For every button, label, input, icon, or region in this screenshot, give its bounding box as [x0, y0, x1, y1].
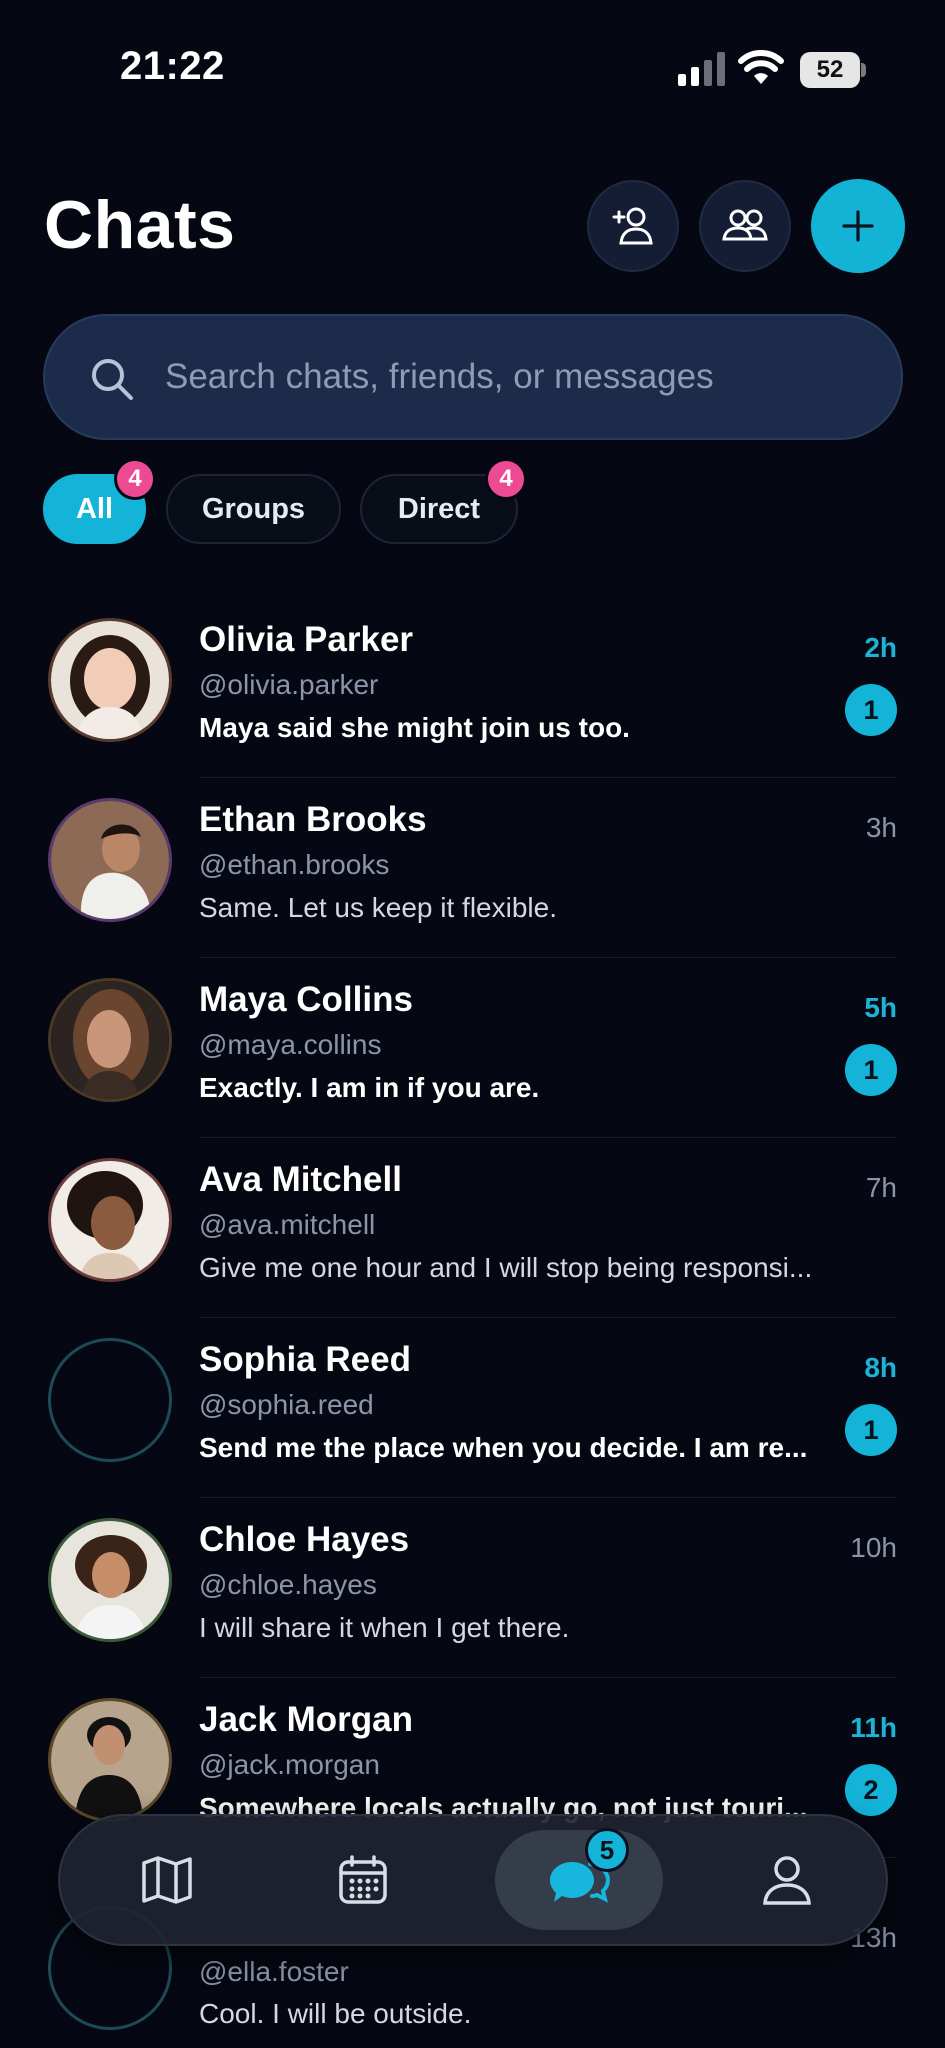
avatar: [48, 798, 172, 922]
chat-name: Ethan Brooks: [199, 800, 427, 839]
chat-name: Ava Mitchell: [199, 1160, 402, 1199]
chat-time: 5h: [864, 992, 897, 1023]
search-bar[interactable]: [43, 314, 903, 440]
filter-direct[interactable]: Direct 4: [360, 458, 527, 544]
calendar-icon: [339, 1855, 387, 1904]
avatar: [48, 1698, 172, 1822]
map-icon: [142, 1856, 192, 1904]
chat-preview: Give me one hour and I will stop being r…: [199, 1252, 813, 1283]
chat-handle: @sophia.reed: [199, 1389, 374, 1420]
chat-row[interactable]: Sophia Reed @sophia.reed Send me the pla…: [0, 1318, 945, 1498]
chat-time: 7h: [865, 1172, 897, 1203]
status-bar: 21:22 52: [0, 0, 945, 120]
chat-preview: Send me the place when you decide. I am …: [199, 1432, 808, 1463]
filter-all-badge: 4: [114, 458, 156, 500]
chat-preview: Same. Let us keep it flexible.: [199, 892, 557, 923]
profile-icon: [763, 1856, 811, 1905]
new-chat-button[interactable]: [811, 179, 905, 273]
chat-handle: @ethan.brooks: [199, 849, 390, 880]
chat-row[interactable]: Ethan Brooks @ethan.brooks Same. Let us …: [0, 778, 945, 958]
groups-button[interactable]: [699, 180, 791, 272]
nav-map[interactable]: [92, 1816, 242, 1944]
chat-name: Sophia Reed: [199, 1340, 411, 1379]
avatar-photo: [51, 1521, 169, 1639]
chat-handle: @ella.foster: [199, 1956, 349, 1987]
chat-handle: @olivia.parker: [199, 669, 379, 700]
chat-name: Jack Morgan: [199, 1700, 413, 1739]
unread-count-badge: 1: [845, 1044, 897, 1096]
bottom-nav: 5: [58, 1814, 888, 1946]
search-icon: [92, 359, 133, 400]
avatar: [48, 1158, 172, 1282]
chat-row[interactable]: Maya Collins @maya.collins Exactly. I am…: [0, 958, 945, 1138]
chat-handle: @maya.collins: [199, 1029, 382, 1060]
filter-groups[interactable]: Groups: [166, 474, 341, 544]
chat-handle: @chloe.hayes: [199, 1569, 377, 1600]
page-title: Chats: [44, 187, 236, 263]
unread-count-badge: 1: [845, 1404, 897, 1456]
filter-direct-badge: 4: [485, 458, 527, 500]
chat-time: 11h: [850, 1712, 897, 1743]
unread-count-badge: 2: [845, 1764, 897, 1816]
avatar-photo: [51, 981, 169, 1099]
filter-all[interactable]: All 4: [43, 458, 156, 544]
chat-name: Olivia Parker: [199, 620, 414, 659]
chat-time: 10h: [850, 1532, 897, 1563]
chat-name: Maya Collins: [199, 980, 413, 1019]
avatar-photo: [51, 801, 169, 919]
filter-all-label: All: [75, 492, 114, 525]
chat-time: 8h: [864, 1352, 897, 1383]
chat-row[interactable]: Ava Mitchell @ava.mitchell Give me one h…: [0, 1138, 945, 1318]
battery-level: 52: [800, 52, 860, 88]
chat-preview: Cool. I will be outside.: [199, 1998, 472, 2029]
add-friend-button[interactable]: [587, 180, 679, 272]
avatar: [48, 978, 172, 1102]
filter-groups-label: Groups: [201, 492, 306, 525]
chat-preview: Exactly. I am in if you are.: [199, 1072, 540, 1103]
chat-preview: I will share it when I get there.: [199, 1612, 570, 1643]
add-person-icon: [612, 207, 653, 245]
avatar-photo: [51, 1161, 169, 1279]
nav-chats[interactable]: 5: [495, 1828, 663, 1930]
chat-time: 2h: [864, 632, 897, 663]
chat-row[interactable]: Olivia Parker @olivia.parker Maya said s…: [0, 598, 945, 778]
filter-direct-label: Direct: [397, 492, 481, 525]
avatar: [48, 1338, 172, 1462]
plus-icon: [842, 210, 874, 242]
cellular-signal-icon: [678, 52, 725, 86]
search-input[interactable]: [165, 316, 865, 438]
wifi-icon: [738, 50, 784, 84]
chat-handle: @ava.mitchell: [199, 1209, 376, 1240]
avatar: [48, 1518, 172, 1642]
avatar: [48, 618, 172, 742]
nav-profile[interactable]: [712, 1816, 862, 1944]
avatar-photo: [51, 621, 169, 739]
avatar-photo: [51, 1701, 169, 1819]
unread-count-badge: 1: [845, 684, 897, 736]
nav-chats-badge: 5: [585, 1828, 629, 1872]
chat-time: 3h: [865, 812, 897, 843]
nav-calendar[interactable]: [288, 1816, 438, 1944]
chat-preview: Maya said she might join us too.: [199, 712, 630, 743]
status-time: 21:22: [120, 44, 225, 88]
chat-handle: @jack.morgan: [199, 1749, 380, 1780]
battery-icon: 52: [800, 52, 866, 88]
group-icon: [722, 209, 768, 241]
chat-row[interactable]: Chloe Hayes @chloe.hayes I will share it…: [0, 1498, 945, 1678]
chat-name: Chloe Hayes: [199, 1520, 410, 1559]
